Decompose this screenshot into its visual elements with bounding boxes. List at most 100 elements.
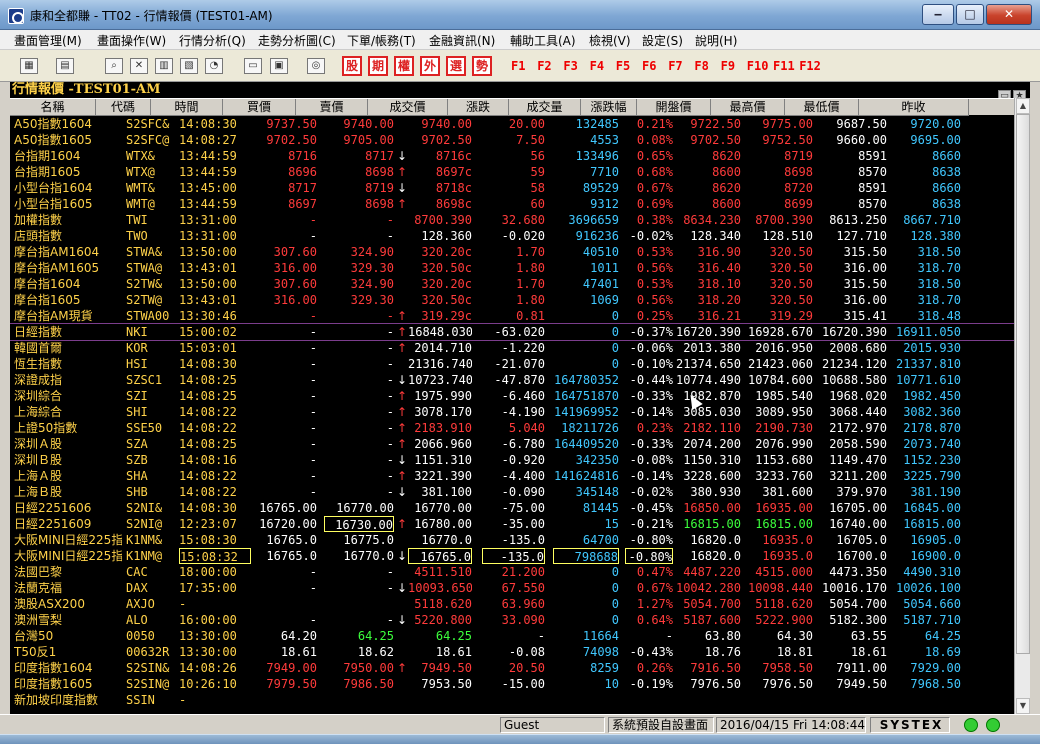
- tile-icon[interactable]: ▥: [155, 58, 173, 74]
- column-header[interactable]: 漲跌幅: [581, 99, 637, 116]
- fkey-f9[interactable]: F9: [721, 59, 735, 73]
- scroll-thumb[interactable]: [1016, 114, 1030, 654]
- table-row[interactable]: 台指期1605 WTX@ 13:44:59 8696 8698 ↑ 8697c 59 7710 0…: [10, 164, 1014, 180]
- table-cell: 9702.50: [690, 133, 741, 147]
- table-row[interactable]: 深圳Ａ股 SZA 14:08:25- - ↑ 2066.960 -6.780 16440952…: [10, 436, 1014, 452]
- trade-key-2[interactable]: 權: [394, 56, 414, 76]
- column-header[interactable]: 昨收: [859, 99, 969, 116]
- fkey-f6[interactable]: F6: [642, 59, 656, 73]
- table-row[interactable]: 台指期1604 WTX& 13:44:59 8716 8717 ↓ 8716c 56 13349…: [10, 148, 1014, 164]
- trade-key-5[interactable]: 勢: [472, 56, 492, 76]
- table-row[interactable]: 大阪MINI日經225指數 K1NM&15:08:30 16765.0 16775.0…: [10, 532, 1014, 548]
- table-row[interactable]: A50指數1604 S2SFC& 14:08:30 9737.50 9740.00 974…: [10, 116, 1014, 132]
- column-header[interactable]: 漲跌: [448, 99, 509, 116]
- menu-item[interactable]: 畫面操作(W): [97, 32, 166, 49]
- fkey-f7[interactable]: F7: [668, 59, 682, 73]
- vertical-scrollbar[interactable]: ▲ ▼: [1014, 98, 1030, 714]
- menu-item[interactable]: 說明(H): [695, 32, 737, 49]
- table-row[interactable]: 澳股ASX200 AXJO - 5118.620 63.960 0 1.27% 5054.70…: [10, 596, 1014, 612]
- cascade-icon[interactable]: ▧: [180, 58, 198, 74]
- print-icon[interactable]: ▣: [270, 58, 288, 74]
- close-button[interactable]: ✕: [986, 4, 1032, 25]
- table-row[interactable]: 日經指數 NKI 15:00:02- - ↑ 16848.030 -63.020 0 -0.37…: [10, 323, 1014, 341]
- trade-key-1[interactable]: 期: [368, 56, 388, 76]
- table-row[interactable]: 上海綜合 SHI 14:08:22- - ↑ 3078.170 -4.190 14196995…: [10, 404, 1014, 420]
- table-row[interactable]: 上證50指數 SSE50 14:08:22- - ↑ 2183.910 5.040 18211…: [10, 420, 1014, 436]
- column-header[interactable]: 名稱: [10, 99, 96, 116]
- trade-key-4[interactable]: 選: [446, 56, 466, 76]
- table-row[interactable]: 摩台指1605 S2TW@ 13:43:01 316.00 329.30 320.50c 1…: [10, 292, 1014, 308]
- table-row[interactable]: 新加坡印度指數 SSIN -: [10, 692, 1014, 708]
- trade-key-0[interactable]: 股: [342, 56, 362, 76]
- fkey-f2[interactable]: F2: [537, 59, 551, 73]
- table-cell: 21234.120: [821, 357, 887, 371]
- fkey-f3[interactable]: F3: [563, 59, 577, 73]
- table-row[interactable]: 大阪MINI日經225指數 K1NM@ 15:08:32 16765.0 16770.0…: [10, 548, 1014, 564]
- table-row[interactable]: 印度指數1604 S2SIN& 14:08:26 7949.00 7950.00 ↑ 794…: [10, 660, 1014, 676]
- monitor-icon[interactable]: ▤: [56, 58, 74, 74]
- fkey-f4[interactable]: F4: [590, 59, 604, 73]
- column-header[interactable]: 開盤價: [637, 99, 711, 116]
- menu-item[interactable]: 畫面管理(M): [14, 32, 82, 49]
- table-row[interactable]: 小型台指1604 WMT& 13:45:00 8717 8719 ↓ 8718c 58 8952…: [10, 180, 1014, 196]
- card-icon[interactable]: ▭: [244, 58, 262, 74]
- column-header[interactable]: 買價: [223, 99, 296, 116]
- column-header[interactable]: 賣價: [296, 99, 368, 116]
- column-header[interactable]: 時間: [151, 99, 223, 116]
- menu-item[interactable]: 檢視(V): [589, 32, 631, 49]
- column-header[interactable]: 最低價: [785, 99, 859, 116]
- table-row[interactable]: 深證成指 SZSC1 14:08:25- - ↓ 10723.740 -47.870 1647…: [10, 372, 1014, 388]
- table-row[interactable]: A50指數1605 S2SFC@ 14:08:27 9702.50 9705.00 970…: [10, 132, 1014, 148]
- table-cell: 320.20c: [421, 245, 472, 259]
- table-row[interactable]: 澳洲雪梨 ALO 16:00:00- - ↓ 5220.800 33.090 0 0.64% 51…: [10, 612, 1014, 628]
- minimize-button[interactable]: ‒: [922, 4, 954, 25]
- table-row[interactable]: 店頭指數 TWO 13:31:00 - - 128.360 -0.020 916236 -0.0…: [10, 228, 1014, 244]
- title-bar[interactable]: 康和全都賺 - TT02 - 行情報價 (TEST01-AM) ‒ □ ✕: [0, 0, 1040, 30]
- table-row[interactable]: 台灣50 0050 13:30:00 64.20 64.25 64.25 - 11664 - 63…: [10, 628, 1014, 644]
- table-cell: 0.56%: [636, 293, 673, 307]
- column-header[interactable]: 成交價: [368, 99, 448, 116]
- trade-key-3[interactable]: 外: [420, 56, 440, 76]
- menu-item[interactable]: 金融資訊(N): [429, 32, 495, 49]
- menu-item[interactable]: 行情分析(Q): [179, 32, 246, 49]
- column-header[interactable]: 成交量: [509, 99, 581, 116]
- fkey-f5[interactable]: F5: [616, 59, 630, 73]
- table-row[interactable]: 摩台指AM1604 STWA& 13:50:00 307.60 324.90 320.20…: [10, 244, 1014, 260]
- table-row[interactable]: 法蘭克福 DAX 17:35:00- - ↓ 10093.650 67.550 0 0.67% 1…: [10, 580, 1014, 596]
- table-row[interactable]: 日經2251606 S2NI& 14:08:30 16765.00 16770.00 16…: [10, 500, 1014, 516]
- menu-item[interactable]: 設定(S): [642, 32, 683, 49]
- column-header[interactable]: 最高價: [711, 99, 785, 116]
- table-row[interactable]: 法國巴黎 CAC 18:00:00 - - 4511.510 21.200 0 0.47% 448…: [10, 564, 1014, 580]
- zoom-icon[interactable]: ⌕: [105, 58, 123, 74]
- fkey-f10[interactable]: F10: [747, 59, 769, 73]
- layout-icon[interactable]: ▦: [20, 58, 38, 74]
- fkey-f1[interactable]: F1: [511, 59, 525, 73]
- logo-icon[interactable]: ◎: [307, 58, 325, 74]
- table-row[interactable]: 摩台指AM現貨 STWA00 13:30:46- - ↑ 319.29c 0.81 0 0.25…: [10, 308, 1014, 324]
- table-row[interactable]: 深圳Ｂ股 SZB 14:08:16- - ↓ 1151.310 -0.920 342350 -0…: [10, 452, 1014, 468]
- close-window-icon[interactable]: ✕: [130, 58, 148, 74]
- fkey-f11[interactable]: F11: [773, 59, 795, 73]
- menu-item[interactable]: 下單/帳務(T): [347, 32, 416, 49]
- table-row[interactable]: 恆生指數 HSI 14:08:30- -21316.740 -21.070 0 -0.10%…: [10, 356, 1014, 372]
- column-header[interactable]: 代碼: [96, 99, 151, 116]
- table-row[interactable]: 小型台指1605 WMT@ 13:44:59 8697 8698 ↑ 8698c 60 9312…: [10, 196, 1014, 212]
- table-row[interactable]: 上海Ａ股 SHA 14:08:22- - ↑ 3221.390 -4.400 14162481…: [10, 468, 1014, 484]
- maximize-button[interactable]: □: [956, 4, 984, 25]
- menu-item[interactable]: 輔助工具(A): [510, 32, 576, 49]
- chart-icon[interactable]: ◔: [205, 58, 223, 74]
- table-row[interactable]: 上海Ｂ股 SHB 14:08:22- - ↓ 381.100 -0.090 345148 -0.…: [10, 484, 1014, 500]
- table-row[interactable]: 韓國首爾 KOR 15:03:01- - ↑ 2014.710 -1.220 0 -0.06% 2…: [10, 340, 1014, 356]
- scroll-up-icon[interactable]: ▲: [1016, 98, 1030, 114]
- fkey-f12[interactable]: F12: [799, 59, 821, 73]
- table-row[interactable]: 深圳綜合 SZI 14:08:25- - ↑ 1975.990 -6.460 16475187…: [10, 388, 1014, 404]
- table-row[interactable]: 日經2251609 S2NI@ 12:23:07 16720.00 16730.00 ↑ 1…: [10, 516, 1014, 532]
- fkey-f8[interactable]: F8: [694, 59, 708, 73]
- scroll-down-icon[interactable]: ▼: [1016, 698, 1030, 714]
- table-row[interactable]: 摩台指AM1605 STWA@ 13:43:01 316.00 329.30 320.50…: [10, 260, 1014, 276]
- menu-item[interactable]: 走勢分析圖(C): [258, 32, 336, 49]
- table-row[interactable]: 印度指數1605 S2SIN@ 10:26:10 7979.50 7986.50 7953…: [10, 676, 1014, 692]
- table-row[interactable]: 加權指數 TWI 13:31:00 - - 8700.390 32.680 3696659 0.…: [10, 212, 1014, 228]
- table-row[interactable]: 摩台指1604 S2TW& 13:50:00 307.60 324.90 320.20c 1…: [10, 276, 1014, 292]
- table-row[interactable]: T50反1 00632R 13:30:00 18.61 18.62 18.61 -0.08 7…: [10, 644, 1014, 660]
